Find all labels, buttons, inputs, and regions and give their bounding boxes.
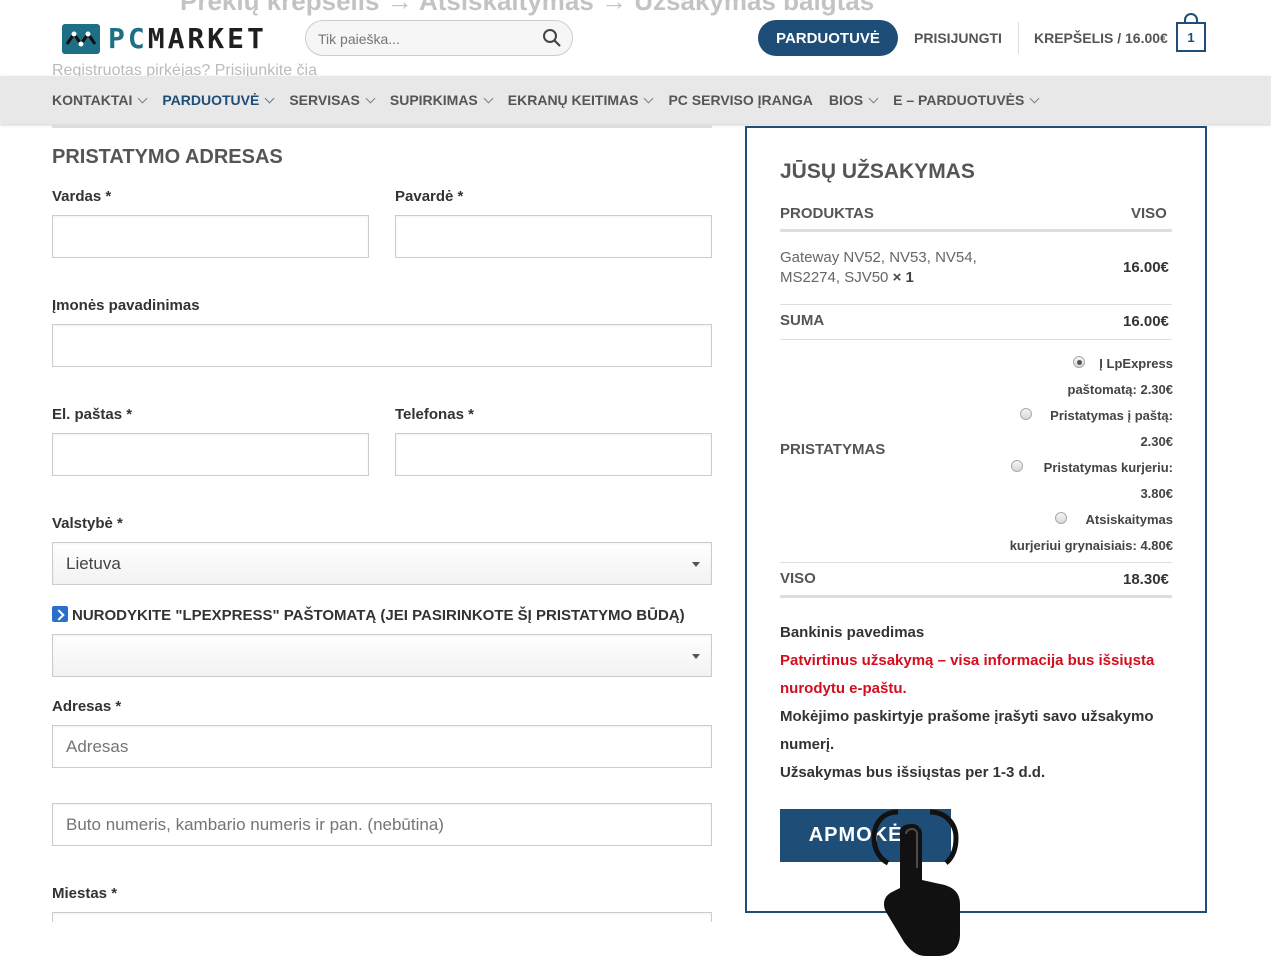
apartment-input[interactable]	[53, 804, 711, 845]
shipping-option-cash-line2: kurjeriui grynaisiais: 4.80€	[1009, 538, 1173, 553]
subtotal-value: 16.00€	[1123, 313, 1169, 330]
address-label: Adresas *	[52, 698, 122, 715]
shipping-address-title: PRISTATYMO ADRESAS	[52, 146, 283, 168]
payment-method-title: Bankinis pavedimas	[780, 624, 925, 641]
nav-item-e-parduotuves[interactable]: E – PARDUOTUVĖS	[893, 92, 1040, 108]
header-divider	[1018, 22, 1019, 54]
city-label: Miestas *	[52, 885, 118, 902]
phone-field[interactable]	[395, 433, 712, 476]
total-label: VISO	[780, 570, 816, 587]
nav-item-kontaktai[interactable]: KONTAKTAI	[52, 92, 148, 108]
city-field[interactable]	[52, 912, 712, 922]
company-label: Įmonės pavadinimas	[52, 297, 200, 314]
shipping-option-lpexpress-line1: Į LpExpress	[1099, 356, 1173, 371]
chevron-down-icon	[1029, 93, 1040, 103]
first-name-label: Vardas *	[52, 188, 112, 205]
row-divider	[780, 562, 1172, 563]
nav-item-servisas[interactable]: SERVISAS	[289, 92, 376, 108]
country-label: Valstybė *	[52, 515, 123, 532]
payment-note-line1: Mokėjimo paskirtyje prašome įrašyti savo…	[780, 708, 1154, 725]
pointing-hand-cursor-icon	[871, 809, 960, 956]
checkout-steps-cut: Prekių krepšelis → Atsiskaitymas → Užsak…	[180, 0, 875, 16]
col-total-header: VISO	[1131, 205, 1167, 222]
shipping-radio-lpexpress[interactable]	[1073, 356, 1085, 368]
login-link[interactable]: PRISIJUNGTI	[914, 30, 1002, 46]
payment-note-line3: Užsakymas bus išsiųstas per 1-3 d.d.	[780, 764, 1046, 781]
shipping-option-courier-line2: 3.80€	[1140, 486, 1173, 501]
phone-input[interactable]	[396, 434, 711, 475]
product-name-line1: Gateway NV52, NV53, NV54,	[780, 249, 977, 266]
last-name-label: Pavardė *	[395, 188, 464, 205]
chevron-down-icon	[868, 93, 879, 103]
nav-item-pc-serviso-iranga[interactable]: PC SERVISO ĮRANGA	[668, 92, 812, 108]
company-input[interactable]	[53, 325, 711, 366]
first-name-field[interactable]	[52, 215, 369, 258]
logo-mark-icon	[62, 23, 100, 54]
company-field[interactable]	[52, 324, 712, 367]
email-label: El. paštas *	[52, 406, 133, 423]
total-divider	[780, 595, 1172, 598]
shipping-option-lpexpress-line2: paštomatą: 2.30€	[1067, 382, 1174, 397]
subtotal-label: SUMA	[780, 312, 825, 329]
nav-item-bios[interactable]: BIOS	[829, 92, 879, 108]
row-divider	[780, 304, 1172, 305]
product-quantity: × 1	[892, 269, 914, 286]
form-divider	[52, 125, 712, 128]
shipping-label: PRISTATYMAS	[780, 441, 886, 458]
address-field[interactable]	[52, 725, 712, 768]
col-product-header: PRODUKTAS	[780, 205, 874, 222]
payment-info-red-line1: Patvirtinus užsakymą – visa informacija …	[780, 652, 1155, 669]
cart-link[interactable]: KREPŠELIS / 16.00€	[1034, 30, 1168, 46]
shipping-radio-post[interactable]	[1020, 408, 1032, 420]
shipping-radio-courier[interactable]	[1011, 460, 1023, 472]
chevron-down-icon	[483, 93, 494, 103]
shipping-option-courier-line1: Pristatymas kurjeriu:	[1043, 460, 1173, 475]
first-name-input[interactable]	[53, 216, 368, 257]
search-box[interactable]	[305, 20, 573, 57]
email-input[interactable]	[53, 434, 368, 475]
dropdown-caret-icon	[692, 562, 700, 567]
arrow-right-icon	[52, 606, 68, 622]
main-nav: KONTAKTAI PARDUOTUVĖ SERVISAS SUPIRKIMAS…	[0, 76, 1271, 124]
nav-item-supirkimas[interactable]: SUPIRKIMAS	[390, 92, 494, 108]
country-value: Lietuva	[66, 554, 121, 573]
site-logo[interactable]: PCMARKET	[62, 22, 267, 55]
payment-info-red-line2: nurodytu e-paštu.	[780, 680, 907, 697]
chevron-down-icon	[644, 93, 654, 103]
shipping-option-post-line1: Pristatymas į paštą:	[1050, 408, 1173, 423]
lpexpress-label: NURODYKITE "LPEXPRESS" PAŠTOMATĄ (JEI PA…	[52, 606, 685, 624]
last-name-input[interactable]	[396, 216, 711, 257]
chevron-down-icon	[365, 93, 376, 103]
dropdown-caret-icon	[692, 654, 700, 659]
row-divider	[780, 339, 1172, 340]
shipping-radio-cash-courier[interactable]	[1055, 512, 1067, 524]
cart-count-badge[interactable]: 1	[1176, 22, 1206, 52]
lpexpress-locker-select[interactable]	[52, 634, 712, 677]
logo-text: PCMARKET	[108, 22, 267, 55]
chevron-down-icon	[137, 93, 148, 103]
product-name-line2: MS2274, SJV50 × 1	[780, 269, 914, 286]
phone-label: Telefonas *	[395, 406, 474, 423]
search-input[interactable]	[306, 21, 540, 57]
payment-note-line2: numerį.	[780, 736, 835, 753]
shop-button[interactable]: PARDUOTUVĖ	[758, 20, 898, 56]
email-field[interactable]	[52, 433, 369, 476]
shipping-option-post-line2: 2.30€	[1140, 434, 1173, 449]
nav-item-parduotuve[interactable]: PARDUOTUVĖ	[162, 92, 275, 108]
search-icon[interactable]	[542, 28, 562, 48]
header-divider-line	[780, 229, 1172, 232]
last-name-field[interactable]	[395, 215, 712, 258]
country-select[interactable]: Lietuva	[52, 542, 712, 585]
chevron-down-icon	[264, 93, 275, 103]
apartment-field[interactable]	[52, 803, 712, 846]
address-input[interactable]	[53, 726, 711, 767]
product-price: 16.00€	[1123, 259, 1169, 276]
shipping-option-cash-line1: Atsiskaitymas	[1085, 512, 1173, 527]
order-title: JŪSŲ UŽSAKYMAS	[780, 160, 975, 183]
total-value: 18.30€	[1123, 571, 1169, 588]
nav-item-ekranu-keitimas[interactable]: EKRANŲ KEITIMAS	[508, 92, 654, 108]
